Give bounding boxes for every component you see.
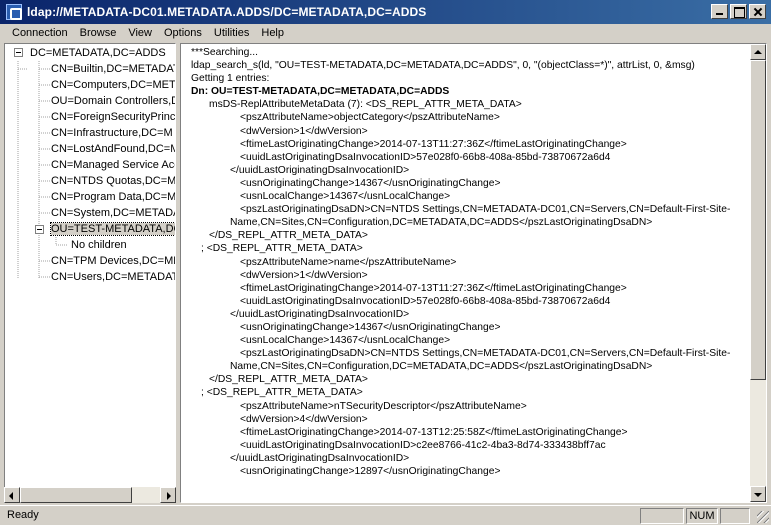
output-line: </uuidLastOriginatingDsaInvocationID> bbox=[230, 164, 410, 176]
output-line: <uuidLastOriginatingDsaInvocationID>57e0… bbox=[240, 295, 611, 307]
tree-item-foreign-security-principals[interactable]: CN=ForeignSecurityPrincip bbox=[51, 109, 176, 125]
output-line: </DS_REPL_ATTR_META_DATA> bbox=[209, 374, 368, 386]
tree-item-label: CN=Builtin,DC=METADAT bbox=[51, 63, 176, 75]
tree-item-ntds-quotas[interactable]: CN=NTDS Quotas,DC=ME bbox=[51, 173, 176, 189]
tree-item-label: CN=Infrastructure,DC=M bbox=[51, 127, 173, 139]
maximize-button[interactable] bbox=[730, 4, 747, 19]
output-line: <uuidLastOriginatingDsaInvocationID>c2ee… bbox=[240, 439, 606, 451]
output-line: Name,CN=Sites,CN=Configuration,DC=METADA… bbox=[230, 217, 653, 229]
output-line: </DS_REPL_ATTR_META_DATA> bbox=[209, 230, 368, 242]
menu-utilities[interactable]: Utilities bbox=[208, 25, 255, 41]
tree-item-label: No children bbox=[71, 239, 127, 251]
menu-connection[interactable]: Connection bbox=[0, 25, 74, 41]
status-panel-empty bbox=[640, 508, 684, 524]
tree-item-label: CN=LostAndFound,DC=M bbox=[51, 143, 176, 155]
ldap-app-icon[interactable] bbox=[6, 4, 22, 20]
output-line: <dwVersion>1</dwVersion> bbox=[240, 125, 368, 137]
close-button[interactable] bbox=[749, 4, 766, 19]
scroll-right-arrow-icon[interactable] bbox=[160, 487, 176, 503]
output-line: <usnOriginatingChange>14367</usnOriginat… bbox=[240, 177, 501, 189]
tree-item-label: OU=TEST-METADATA,DC bbox=[49, 222, 175, 236]
output-line: Dn: OU=TEST-METADATA,DC=METADATA,DC=ADDS bbox=[191, 86, 450, 98]
scrollbar-track[interactable] bbox=[20, 487, 160, 503]
tree-item-tpm-devices[interactable]: CN=TPM Devices,DC=ME bbox=[51, 253, 176, 269]
output-line: ldap_search_s(ld, "OU=TEST-METADATA,DC=M… bbox=[191, 60, 695, 72]
scrollbar-thumb[interactable] bbox=[750, 60, 766, 380]
tree-view[interactable]: DC=METADATA,DC=ADDS CN=Builtin,DC=METADA… bbox=[4, 43, 176, 503]
tree-item-users[interactable]: CN=Users,DC=METADATA bbox=[51, 269, 176, 285]
resize-grip[interactable] bbox=[757, 511, 769, 523]
window-controls bbox=[711, 4, 766, 19]
tree-root-label: DC=METADATA,DC=ADDS bbox=[30, 47, 166, 59]
tree-item-system[interactable]: CN=System,DC=METADAT bbox=[51, 205, 176, 221]
output-line: ; <DS_REPL_ATTR_META_DATA> bbox=[201, 243, 363, 255]
output-pane[interactable]: ***Searching... ldap_search_s(ld, "OU=TES… bbox=[180, 43, 767, 503]
tree-item-computers[interactable]: CN=Computers,DC=META bbox=[51, 77, 176, 93]
output-line: </uuidLastOriginatingDsaInvocationID> bbox=[230, 308, 410, 320]
scrollbar-thumb[interactable] bbox=[20, 487, 132, 503]
output-line: <pszLastOriginatingDsaDN>CN=NTDS Setting… bbox=[240, 204, 731, 216]
output-line: Name,CN=Sites,CN=Configuration,DC=METADA… bbox=[230, 361, 653, 373]
title-bar[interactable]: ldap://METADATA-DC01.METADATA.ADDS/DC=ME… bbox=[0, 0, 771, 24]
output-line: <pszAttributeName>name</pszAttributeName… bbox=[240, 256, 457, 268]
tree-item-builtin[interactable]: CN=Builtin,DC=METADAT bbox=[51, 61, 176, 77]
tree-item-label: OU=Domain Controllers,D bbox=[51, 95, 176, 107]
menu-help[interactable]: Help bbox=[255, 25, 290, 41]
output-vertical-scrollbar[interactable] bbox=[750, 44, 766, 502]
output-line: <pszLastOriginatingDsaDN>CN=NTDS Setting… bbox=[240, 348, 731, 360]
num-lock-indicator: NUM bbox=[686, 508, 718, 524]
output-line: ***Searching... bbox=[191, 47, 258, 58]
menu-view[interactable]: View bbox=[122, 25, 158, 41]
output-line: <ftimeLastOriginatingChange>2014-07-13T1… bbox=[240, 282, 627, 294]
output-line: <usnLocalChange>14367</usnLocalChange> bbox=[240, 191, 451, 203]
status-bar: Ready NUM bbox=[0, 505, 771, 525]
minimize-button[interactable] bbox=[711, 4, 728, 19]
tree-item-domain-controllers[interactable]: OU=Domain Controllers,D bbox=[51, 93, 176, 109]
tree-item-no-children[interactable]: No children bbox=[71, 237, 127, 253]
menu-bar: Connection Browse View Options Utilities… bbox=[0, 24, 771, 42]
output-line: <pszAttributeName>nTSecurityDescriptor</… bbox=[240, 400, 527, 412]
tree-item-test-metadata[interactable]: OU=TEST-METADATA,DC bbox=[49, 221, 175, 237]
tree-item-program-data[interactable]: CN=Program Data,DC=MI bbox=[51, 189, 176, 205]
tree-item-label: CN=NTDS Quotas,DC=ME bbox=[51, 175, 176, 187]
tree-root-item[interactable]: DC=METADATA,DC=ADDS bbox=[30, 45, 166, 61]
output-line: <uuidLastOriginatingDsaInvocationID>57e0… bbox=[240, 151, 611, 163]
menu-browse[interactable]: Browse bbox=[74, 25, 123, 41]
output-line: msDS-ReplAttributeMetaData (7): <DS_REPL… bbox=[209, 99, 522, 111]
output-line: </uuidLastOriginatingDsaInvocationID> bbox=[230, 452, 410, 464]
output-line: <ftimeLastOriginatingChange>2014-07-13T1… bbox=[240, 426, 628, 438]
window-title: ldap://METADATA-DC01.METADATA.ADDS/DC=ME… bbox=[27, 5, 427, 19]
output-line: <pszAttributeName>objectCategory</pszAtt… bbox=[240, 112, 500, 124]
tree-item-infrastructure[interactable]: CN=Infrastructure,DC=M bbox=[51, 125, 173, 141]
scroll-left-arrow-icon[interactable] bbox=[4, 487, 20, 503]
tree-item-label: CN=Program Data,DC=MI bbox=[51, 191, 176, 203]
scroll-up-arrow-icon[interactable] bbox=[750, 44, 766, 60]
output-line: <usnLocalChange>14367</usnLocalChange> bbox=[240, 335, 451, 347]
tree-test-metadata-collapse-toggle[interactable] bbox=[35, 225, 44, 234]
tree-item-lost-and-found[interactable]: CN=LostAndFound,DC=M bbox=[51, 141, 176, 157]
tree-item-label: CN=Managed Service Acc bbox=[51, 159, 176, 171]
output-line: Getting 1 entries: bbox=[191, 73, 270, 85]
menu-options[interactable]: Options bbox=[158, 25, 208, 41]
output-text: ***Searching... ldap_search_s(ld, "OU=TES… bbox=[191, 46, 747, 478]
output-line: ; <DS_REPL_ATTR_META_DATA> bbox=[201, 387, 363, 399]
tree-horizontal-scrollbar[interactable] bbox=[4, 487, 176, 503]
tree-item-managed-service-accounts[interactable]: CN=Managed Service Acc bbox=[51, 157, 176, 173]
output-line: <ftimeLastOriginatingChange>2014-07-13T1… bbox=[240, 138, 627, 150]
output-line: <dwVersion>1</dwVersion> bbox=[240, 269, 368, 281]
output-line: <usnOriginatingChange>14367</usnOriginat… bbox=[240, 321, 501, 333]
status-text: Ready bbox=[7, 509, 39, 521]
status-panel-scroll bbox=[720, 508, 750, 524]
tree-item-label: CN=Computers,DC=META bbox=[51, 79, 176, 91]
tree-item-label: CN=System,DC=METADAT bbox=[51, 207, 176, 219]
output-line: <usnOriginatingChange>12897</usnOriginat… bbox=[240, 466, 501, 477]
tree-item-label: CN=Users,DC=METADATA bbox=[51, 271, 176, 283]
tree-item-label: CN=ForeignSecurityPrincip bbox=[51, 111, 176, 123]
scroll-down-arrow-icon[interactable] bbox=[750, 486, 766, 502]
tree-item-label: CN=TPM Devices,DC=ME bbox=[51, 255, 176, 267]
tree-root-collapse-toggle[interactable] bbox=[14, 48, 23, 57]
output-line: <dwVersion>4</dwVersion> bbox=[240, 413, 368, 425]
